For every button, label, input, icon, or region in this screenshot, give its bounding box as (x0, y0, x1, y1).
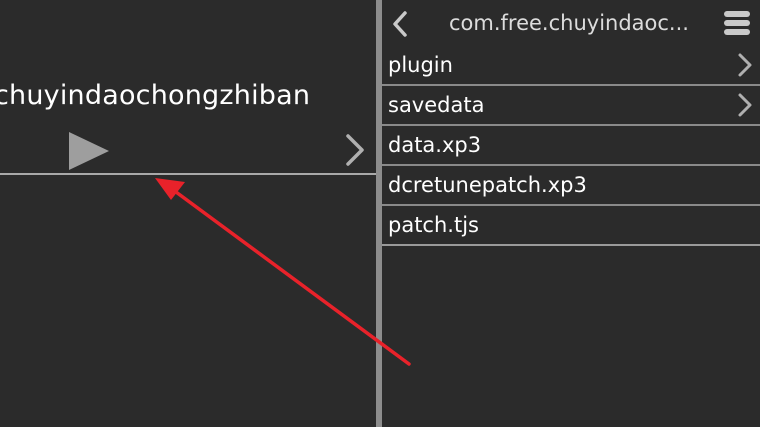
path-title: com.free.chuyindaoc... (449, 11, 689, 35)
play-icon[interactable] (69, 132, 109, 170)
game-title: chuyindaochongzhiban (0, 80, 311, 111)
menu-icon[interactable] (724, 11, 750, 35)
list-item[interactable]: dcretunepatch.xp3 (382, 166, 760, 206)
list-item[interactable]: data.xp3 (382, 126, 760, 166)
screen: chuyindaochongzhiban com.free.chuyindaoc… (0, 0, 760, 427)
list-item[interactable]: patch.tjs (382, 206, 760, 246)
chevron-right-icon[interactable] (737, 52, 753, 78)
file-name: savedata (388, 93, 485, 117)
file-name: patch.tjs (388, 213, 479, 237)
right-panel: com.free.chuyindaoc... plugin savedata d… (382, 0, 760, 427)
list-item[interactable]: plugin (382, 46, 760, 86)
file-name: data.xp3 (388, 133, 482, 157)
file-name: plugin (388, 53, 453, 77)
file-browser-topbar: com.free.chuyindaoc... (382, 0, 760, 48)
list-item[interactable]: savedata (382, 86, 760, 126)
chevron-right-icon[interactable] (737, 92, 753, 118)
file-name: dcretunepatch.xp3 (388, 173, 587, 197)
left-divider (0, 173, 376, 175)
left-panel: chuyindaochongzhiban (0, 0, 376, 427)
chevron-right-icon[interactable] (344, 133, 366, 167)
file-list: plugin savedata data.xp3 dcretunepatch.x… (382, 46, 760, 246)
chevron-left-icon[interactable] (390, 10, 410, 38)
